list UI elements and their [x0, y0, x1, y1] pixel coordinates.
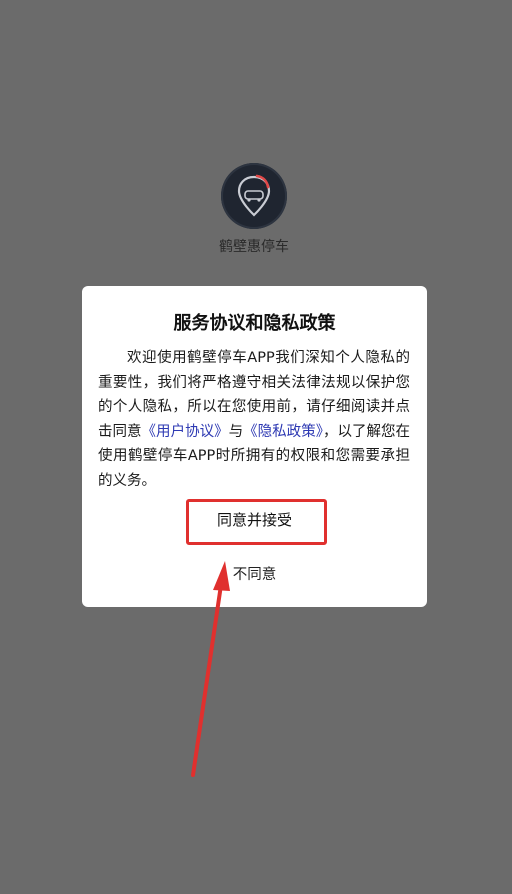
screen-background: 鹤壁惠停车 服务协议和隐私政策 欢迎使用鹤壁停车APP我们深知个人隐私的重要性，…: [0, 0, 512, 894]
annotation-arrow-icon: [191, 561, 230, 777]
